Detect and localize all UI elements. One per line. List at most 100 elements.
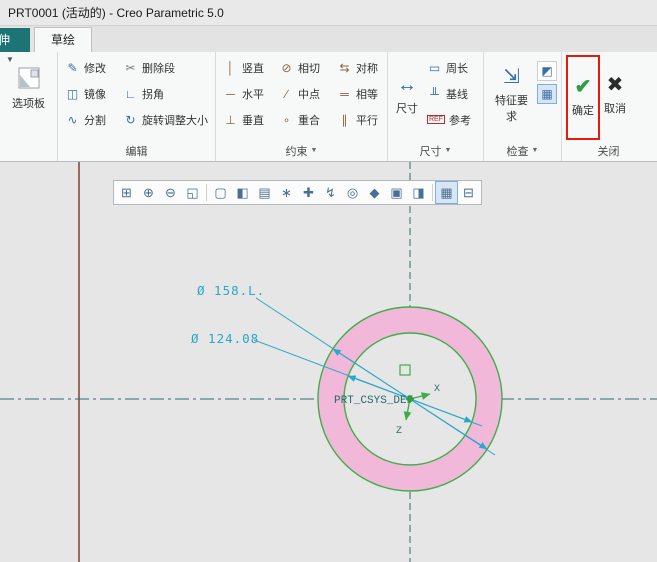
equal-constraint-button[interactable]: ═ 相等 bbox=[334, 81, 388, 107]
ok-highlight-box: ✔ 确定 bbox=[566, 55, 600, 140]
datum-plane-display-icon[interactable]: ▤ bbox=[254, 182, 275, 203]
refit-icon[interactable]: ◱ bbox=[182, 182, 203, 203]
coincident-constraint-icon: ∘ bbox=[282, 113, 291, 127]
baseline-button[interactable]: ╨ 基线 bbox=[424, 81, 474, 107]
tangent-constraint-button[interactable]: ⊘ 相切 bbox=[276, 55, 334, 81]
spin-center-icon[interactable]: ◆ bbox=[364, 182, 385, 203]
reference-dim-button[interactable]: REF 参考 bbox=[424, 107, 474, 133]
annotation-display-icon[interactable]: ◎ bbox=[342, 182, 363, 203]
delete-segment-icon: ✂ bbox=[125, 61, 136, 75]
reference-dim-icon: REF bbox=[427, 114, 445, 124]
sketch-drawing: Ø 158.L. Ø 124.08 PRT_CSYS_DEF X Z bbox=[0, 162, 657, 562]
dimension-dropdown-icon: ▼ bbox=[444, 147, 452, 154]
modify-icon: ✎ bbox=[67, 61, 78, 75]
saved-orientations-icon[interactable]: ▣ bbox=[386, 182, 407, 203]
ok-check-icon: ✔ bbox=[574, 75, 592, 98]
group-label-dimension[interactable]: 尺寸 ▼ bbox=[388, 140, 483, 161]
modify-button[interactable]: ✎ 修改 bbox=[62, 55, 120, 81]
constrain-dropdown-icon: ▼ bbox=[310, 147, 318, 154]
rotate-resize-button[interactable]: ↻ 旋转调整大小 bbox=[120, 107, 216, 133]
symmetric-constraint-icon: ⇆ bbox=[339, 61, 350, 75]
csys-label[interactable]: PRT_CSYS_DEF bbox=[334, 395, 413, 407]
perimeter-icon: ▭ bbox=[428, 61, 441, 75]
group-constrain: │ 竖直 ⊘ 相切 ⇆ 对称 ─ 水平 ∕ 中点 ═ 相等 ⊥ 垂直 ∘ 重合 … bbox=[216, 52, 388, 161]
sketch-display-filter-icon[interactable]: ▦ bbox=[435, 181, 458, 204]
dim-inner-text[interactable]: Ø 124.08 bbox=[191, 331, 259, 346]
display-style-icon[interactable]: ◧ bbox=[232, 182, 253, 203]
cancel-button[interactable]: ✖ 取消 bbox=[600, 55, 630, 135]
tab-extrude[interactable]: 拉伸 bbox=[0, 28, 30, 52]
cancel-x-icon: ✖ bbox=[606, 73, 624, 96]
ok-button[interactable]: ✔ 确定 bbox=[568, 57, 598, 137]
vertical-constraint-button[interactable]: │ 竖直 bbox=[220, 55, 276, 81]
parallel-constraint-button[interactable]: ∥ 平行 bbox=[334, 107, 388, 133]
inspect-dropdown-icon: ▼ bbox=[531, 147, 539, 154]
view-manager-icon[interactable]: ◨ bbox=[408, 182, 429, 203]
vertical-constraint-icon: │ bbox=[226, 61, 235, 75]
group-inspect: ⇲ 特征要求 ◩ ▦ 检查 ▼ bbox=[484, 52, 562, 161]
group-close: ✔ 确定 ✖ 取消 关闭 bbox=[562, 52, 655, 161]
csys-display-icon[interactable]: ↯ bbox=[320, 182, 341, 203]
rotate-resize-icon: ↻ bbox=[125, 113, 136, 127]
group-edit: ✎ 修改 ✂ 删除段 ◫ 镜像 ∟ 拐角 ∿ 分割 ↻ 旋转调整大小 编辑 bbox=[58, 52, 216, 161]
mirror-button[interactable]: ◫ 镜像 bbox=[62, 81, 120, 107]
dim-outer-text[interactable]: Ø 158.L. bbox=[197, 283, 265, 298]
group-label-palette bbox=[0, 140, 57, 161]
coincident-constraint-button[interactable]: ∘ 重合 bbox=[276, 107, 334, 133]
highlight-open-ends-button[interactable]: ▦ bbox=[537, 84, 557, 104]
baseline-icon: ╨ bbox=[430, 87, 439, 101]
dimension-icon: ↔ bbox=[397, 73, 417, 96]
zoom-window-icon[interactable]: ⊞ bbox=[116, 182, 137, 203]
mirror-icon: ◫ bbox=[66, 87, 79, 101]
divide-button[interactable]: ∿ 分割 bbox=[62, 107, 120, 133]
horizontal-constraint-button[interactable]: ─ 水平 bbox=[220, 81, 276, 107]
zoom-out-icon[interactable]: ⊖ bbox=[160, 182, 181, 203]
group-label-close: 关闭 bbox=[597, 145, 620, 158]
dimension-button[interactable]: ↔ 尺寸 bbox=[392, 55, 422, 135]
equal-constraint-icon: ═ bbox=[340, 87, 349, 101]
midpoint-constraint-button[interactable]: ∕ 中点 bbox=[276, 81, 334, 107]
tab-sketch[interactable]: 草绘 bbox=[34, 27, 93, 52]
sketch-canvas[interactable]: Ø 158.L. Ø 124.08 PRT_CSYS_DEF X Z ⊞ ⊕ ⊖… bbox=[0, 162, 657, 562]
palette-button[interactable] bbox=[17, 66, 41, 93]
corner-button[interactable]: ∟ 拐角 bbox=[120, 81, 216, 107]
group-label-edit: 编辑 bbox=[125, 145, 148, 158]
palette-dropdown-icon[interactable]: ▼ bbox=[6, 55, 14, 64]
palette-icon bbox=[18, 67, 39, 89]
window-title: PRT0001 (活动的) - Creo Parametric 5.0 bbox=[8, 6, 224, 20]
datum-point-display-icon[interactable]: ✚ bbox=[298, 182, 319, 203]
axis-x-label: X bbox=[434, 384, 440, 395]
divide-icon: ∿ bbox=[67, 113, 78, 127]
sketch-ribbon: ▼ 选项板 ✎ 修改 ✂ 删除段 ◫ 镜像 ∟ 拐角 ∿ 分割 ↻ 旋转调整大小… bbox=[0, 52, 657, 162]
horizontal-constraint-icon: ─ bbox=[226, 87, 235, 101]
repaint-icon[interactable]: ▢ bbox=[210, 182, 231, 203]
feature-requirements-icon: ⇲ bbox=[503, 65, 520, 88]
group-palette: ▼ 选项板 bbox=[0, 52, 58, 161]
toolbar-separator bbox=[206, 184, 207, 201]
palette-label: 选项板 bbox=[12, 98, 45, 110]
perpendicular-constraint-button[interactable]: ⊥ 垂直 bbox=[220, 107, 276, 133]
group-label-inspect[interactable]: 检查 ▼ bbox=[484, 140, 561, 161]
corner-icon: ∟ bbox=[124, 87, 137, 101]
graphics-toolbar: ⊞ ⊕ ⊖ ◱ ▢ ◧ ▤ ∗ ✚ ↯ ◎ ◆ ▣ ◨ ▦ ⊟ bbox=[113, 180, 482, 205]
shade-closed-loops-button[interactable]: ◩ bbox=[537, 61, 557, 81]
midpoint-constraint-icon: ∕ bbox=[285, 87, 288, 101]
symmetric-constraint-button[interactable]: ⇆ 对称 bbox=[334, 55, 388, 81]
delete-segment-button[interactable]: ✂ 删除段 bbox=[120, 55, 216, 81]
parallel-constraint-icon: ∥ bbox=[341, 113, 348, 127]
toolbar-separator bbox=[432, 184, 433, 201]
zoom-in-icon[interactable]: ⊕ bbox=[138, 182, 159, 203]
tangent-constraint-icon: ⊘ bbox=[281, 61, 292, 75]
window-title-bar: PRT0001 (活动的) - Creo Parametric 5.0 bbox=[0, 0, 657, 26]
group-dimension: ↔ 尺寸 ▭ 周长 ╨ 基线 REF 参考 尺寸 ▼ bbox=[388, 52, 484, 161]
ribbon-tab-row: 拉伸 草绘 bbox=[0, 26, 657, 52]
perpendicular-constraint-icon: ⊥ bbox=[225, 113, 236, 127]
group-label-constrain[interactable]: 约束 ▼ bbox=[216, 140, 387, 161]
datum-axis-display-icon[interactable]: ∗ bbox=[276, 182, 297, 203]
feature-requirements-button[interactable]: ⇲ 特征要求 bbox=[488, 55, 535, 135]
highlight-open-ends-icon: ▦ bbox=[541, 87, 553, 101]
sketcher-setup-icon[interactable]: ⊟ bbox=[458, 182, 479, 203]
shade-closed-loops-icon: ◩ bbox=[541, 64, 553, 78]
perimeter-button[interactable]: ▭ 周长 bbox=[424, 55, 474, 81]
axis-z-label: Z bbox=[396, 426, 402, 437]
